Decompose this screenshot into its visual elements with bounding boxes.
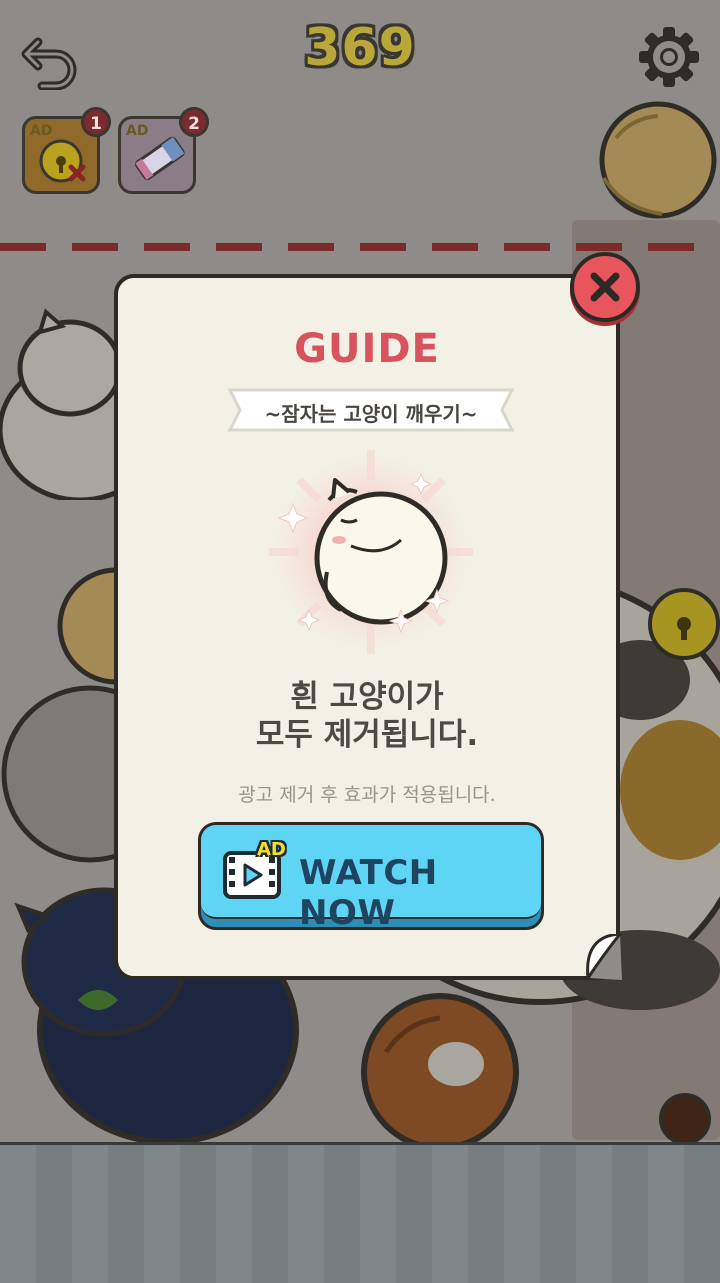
guide-description: 흰 고양이가 모두 제거됩니다. — [118, 678, 616, 754]
game-scene: 369 AD 1 AD 2 GUIDE ~잠자는 고양이 깨우기~ 흰 고양이가… — [0, 0, 720, 1283]
guide-title: GUIDE — [294, 326, 440, 372]
gear-icon — [639, 27, 699, 87]
booster-count-badge: 2 — [179, 107, 209, 137]
guide-modal: GUIDE ~잠자는 고양이 깨우기~ 흰 고양이가 모두 제거됩니다. 광고 … — [114, 274, 622, 980]
orange-tabby-cat-bottom — [361, 993, 519, 1151]
description-line-2: 모두 제거됩니다. — [255, 717, 479, 753]
close-icon — [590, 272, 620, 302]
page-curl — [586, 934, 622, 980]
brown-ball — [659, 1093, 711, 1145]
danger-line — [0, 243, 720, 251]
floor — [0, 1142, 720, 1283]
golden-bell — [648, 588, 720, 660]
orange-tabby-cat-top-right — [599, 101, 717, 219]
score-counter: 369 — [304, 18, 416, 78]
watch-now-button[interactable]: AD WATCH NOW — [198, 822, 544, 933]
white-cat-left — [0, 308, 130, 500]
booster-churu-treat[interactable]: AD 2 — [118, 107, 209, 194]
ad-badge: AD — [257, 839, 286, 860]
churu-treat-icon — [134, 136, 185, 181]
settings-button[interactable] — [634, 22, 704, 92]
subtitle-ribbon: ~잠자는 고양이 깨우기~ — [226, 386, 516, 434]
glowing-white-cat-icon — [261, 442, 481, 660]
booster-bell-remove[interactable]: AD 1 — [22, 107, 111, 194]
watch-now-button-face: AD WATCH NOW — [201, 825, 541, 933]
description-line-1: 흰 고양이가 — [290, 679, 444, 715]
gray-cat-left — [1, 685, 130, 863]
ad-note: 광고 제거 후 효과가 적용됩니다. — [238, 784, 496, 806]
close-button[interactable] — [570, 252, 640, 322]
watch-now-label: WATCH NOW — [299, 853, 438, 933]
booster-count-badge: 1 — [81, 107, 111, 137]
guide-subtitle: ~잠자는 고양이 깨우기~ — [264, 402, 478, 426]
golden-bell-remove-icon — [39, 139, 86, 183]
